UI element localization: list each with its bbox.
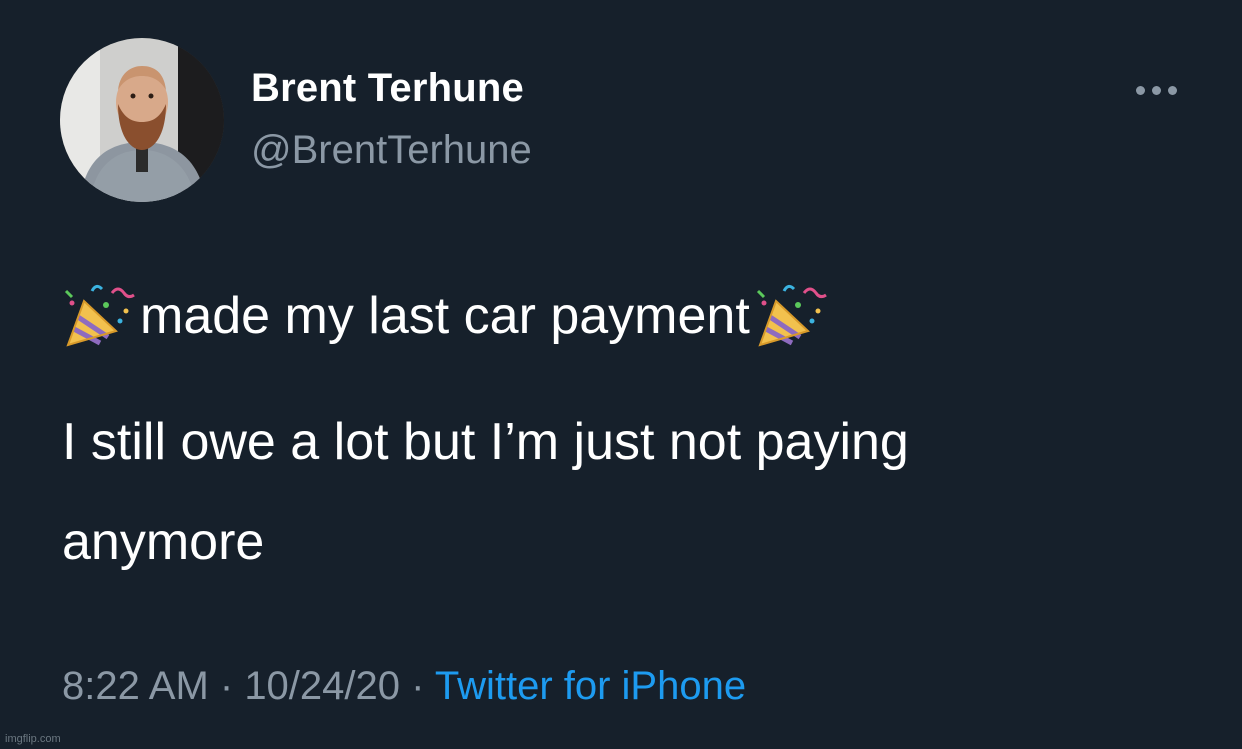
meta-separator: · bbox=[400, 664, 435, 708]
watermark: imgflip.com bbox=[5, 733, 61, 745]
tweet-date[interactable]: 10/24/20 bbox=[244, 664, 400, 708]
more-horizontal-icon bbox=[1135, 85, 1145, 95]
user-handle[interactable]: @BrentTerhune bbox=[251, 128, 532, 173]
more-horizontal-icon bbox=[1167, 85, 1177, 95]
tweet-time[interactable]: 8:22 AM bbox=[62, 664, 209, 708]
meta-separator: · bbox=[208, 664, 245, 708]
tweet-source-link[interactable]: Twitter for iPhone bbox=[435, 664, 746, 708]
tweet-text: made my last car payment bbox=[140, 287, 750, 345]
tweet-card: Brent Terhune @BrentTerhune made my last… bbox=[0, 0, 1242, 749]
tweet-text-line-3: anymore bbox=[62, 513, 265, 571]
display-name[interactable]: Brent Terhune bbox=[251, 66, 524, 111]
more-horizontal-icon bbox=[1151, 85, 1161, 95]
more-options-button[interactable] bbox=[1126, 75, 1186, 105]
avatar[interactable] bbox=[60, 38, 224, 202]
party-popper-icon bbox=[754, 281, 830, 351]
avatar-photo bbox=[60, 38, 224, 202]
tweet-text-line-2: I still owe a lot but I’m just not payin… bbox=[62, 413, 909, 471]
tweet-meta: 8:22 AM · 10/24/20 · Twitter for iPhone bbox=[62, 664, 746, 709]
tweet-text-line-1: made my last car payment bbox=[62, 281, 830, 351]
party-popper-icon bbox=[62, 281, 138, 351]
